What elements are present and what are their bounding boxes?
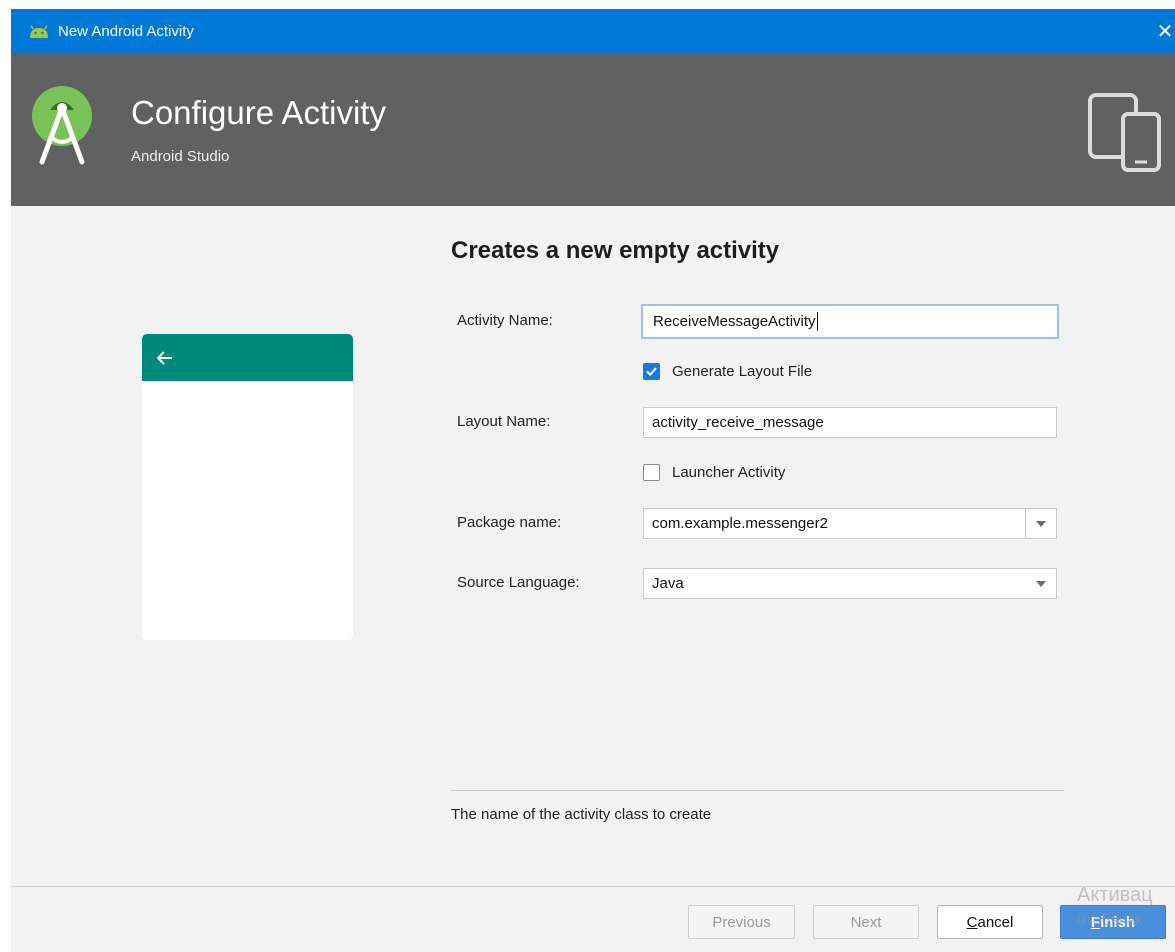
generate-layout-label: Generate Layout File: [672, 363, 813, 380]
next-button[interactable]: Next: [813, 905, 919, 939]
window-frame-left: [0, 0, 11, 952]
wizard-header: Configure Activity Android Studio: [11, 54, 1175, 206]
source-language-value: Java: [652, 575, 684, 592]
header-title: Configure Activity: [131, 94, 386, 131]
activity-name-input[interactable]: ReceiveMessageActivity: [641, 304, 1059, 339]
layout-name-value: activity_receive_message: [652, 414, 824, 431]
text-caret: [816, 312, 818, 331]
activity-preview: [142, 334, 353, 640]
generate-layout-checkbox-row[interactable]: Generate Layout File: [643, 363, 812, 380]
chevron-down-icon: [1036, 520, 1046, 527]
watermark-line-2: чтобы ак: [1077, 912, 1143, 929]
header-subtitle: Android Studio: [131, 148, 230, 165]
layout-name-input[interactable]: activity_receive_message: [643, 407, 1057, 438]
android-studio-logo-icon: [32, 86, 92, 165]
hint-divider: [451, 790, 1064, 791]
cancel-button[interactable]: Cancel: [937, 905, 1043, 939]
android-icon: [30, 24, 48, 38]
source-language-label: Source Language:: [457, 574, 580, 591]
launcher-activity-checkbox-row[interactable]: Launcher Activity: [643, 464, 785, 481]
field-hint: The name of the activity class to create: [451, 806, 712, 823]
watermark-line-1: Активац: [1077, 884, 1153, 906]
chevron-down-icon: [1036, 580, 1046, 587]
package-name-label: Package name:: [457, 514, 562, 531]
cancel-label-rest: ancel: [977, 913, 1014, 931]
window-frame-top: [0, 0, 1175, 9]
devices-icon: [1088, 93, 1161, 172]
activity-name-value: ReceiveMessageActivity: [653, 313, 816, 330]
close-icon[interactable]: ✕: [1155, 9, 1175, 54]
language-dropdown-button[interactable]: [1026, 569, 1056, 598]
previous-button[interactable]: Previous: [688, 905, 795, 939]
activity-name-label: Activity Name:: [457, 312, 553, 329]
launcher-activity-checkbox[interactable]: [643, 464, 660, 481]
generate-layout-checkbox[interactable]: [643, 363, 660, 380]
cancel-mnemonic: C: [966, 913, 978, 931]
form-title: Creates a new empty activity: [451, 237, 780, 264]
activation-watermark: Активац чтобы ак: [1077, 884, 1153, 932]
package-dropdown-button[interactable]: [1025, 509, 1056, 538]
launcher-activity-label: Launcher Activity: [672, 464, 786, 481]
preview-app-bar: [142, 334, 353, 381]
arrow-left-icon: [156, 350, 172, 365]
package-name-combobox[interactable]: com.example.messenger2: [643, 508, 1057, 539]
package-name-value: com.example.messenger2: [652, 515, 828, 532]
title-bar: New Android Activity ✕: [11, 9, 1175, 54]
source-language-select[interactable]: Java: [643, 568, 1057, 599]
layout-name-label: Layout Name:: [457, 413, 551, 430]
window-title: New Android Activity: [58, 23, 194, 40]
checkmark-icon: [646, 367, 657, 377]
footer-divider: [11, 886, 1175, 887]
